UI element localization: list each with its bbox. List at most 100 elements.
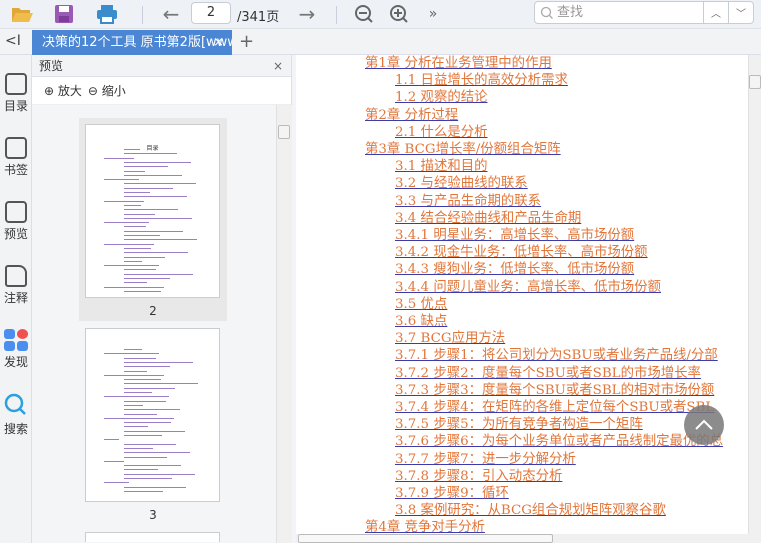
toc-link[interactable]: 1.2 观察的结论 — [365, 89, 723, 106]
scroll-thumb[interactable] — [749, 75, 761, 89]
thumbnail-text-line — [124, 392, 152, 393]
new-tab-button[interactable]: + — [239, 31, 254, 52]
print-icon[interactable] — [94, 2, 120, 26]
prev-page-icon[interactable]: ← — [158, 2, 184, 26]
search-input[interactable]: 查找 — [535, 2, 703, 23]
tab-title: 决策的12个工具 原书第2版[www — [42, 35, 232, 50]
thumbnail-text-line — [124, 230, 183, 232]
thumbnail-text-line — [124, 426, 148, 428]
document-vertical-scrollbar[interactable] — [748, 55, 761, 534]
thumbnail-text-line — [104, 417, 174, 419]
thumbnail-text-line — [124, 278, 170, 279]
thumbnail-text-line — [124, 239, 197, 241]
next-page-icon[interactable]: → — [294, 2, 320, 26]
toc-link[interactable]: 3.5 优点 — [365, 296, 723, 313]
toc-link[interactable]: 3.7.1 步骤1：将公司划分为SBU或者业务产品线/分部 — [365, 347, 723, 364]
scroll-thumb[interactable] — [278, 125, 290, 139]
thumbnail-text-line — [104, 439, 119, 441]
thumbnail-text-line — [124, 465, 181, 467]
thumbnail-text-line — [124, 153, 177, 155]
thumbnail-text-line — [104, 200, 144, 202]
thumbnail-text-line — [124, 187, 173, 189]
toc-link[interactable]: 3.7.6 步骤6：为每个业务单位或者产品线制定最优的总 — [365, 433, 723, 450]
sidebar-item-preview[interactable]: 预览 — [0, 201, 32, 242]
toc-link[interactable]: 3.7.3 步骤3：度量每个SBU或者SBL的相对市场份额 — [365, 382, 723, 399]
toc-link[interactable]: 3.7.7 步骤7：进一步分解分析 — [365, 451, 723, 468]
thumbnail-text-line — [124, 170, 145, 172]
toc-link[interactable]: 3.4.4 问题儿童业务：高增长率、低市场份额 — [365, 279, 723, 296]
document-horizontal-scrollbar[interactable] — [296, 534, 761, 543]
document-tab[interactable]: 决策的12个工具 原书第2版[www × — [32, 30, 232, 55]
thumbnail-text-line — [124, 166, 168, 168]
thumbnail-text-line — [124, 443, 176, 445]
zoom-out-icon[interactable] — [352, 2, 376, 26]
collapse-sidebar-button[interactable]: <I — [5, 33, 21, 49]
apps-icon — [4, 329, 28, 351]
thumbnail-text-line — [124, 478, 172, 479]
thumbnail-text-line — [124, 196, 187, 198]
toc-link[interactable]: 3.6 缺点 — [365, 313, 723, 330]
thumbnail-text-line — [124, 256, 165, 258]
toc-link[interactable]: 3.4 结合经验曲线和产品生命期 — [365, 210, 723, 227]
toc-link[interactable]: 3.2 与经验曲线的联系 — [365, 175, 723, 192]
toc-link[interactable]: 3.8 案例研究：从BCG组合规划矩阵观察谷歌 — [365, 502, 723, 519]
magnifier-icon — [4, 393, 26, 415]
search-next-button[interactable]: ﹀ — [728, 2, 753, 23]
toc-link[interactable]: 3.7 BCG应用方法 — [365, 330, 723, 347]
sidebar-item-toc[interactable]: 目录 — [0, 73, 32, 114]
toc-link[interactable]: 3.4.3 瘦狗业务：低增长率、低市场份额 — [365, 261, 723, 278]
zoom-in-button[interactable]: ⊕ 放大 — [44, 82, 82, 99]
toc-link[interactable]: 第3章 BCG增长率/份额组合矩阵 — [365, 141, 723, 158]
search-prev-button[interactable]: ︿ — [703, 2, 728, 23]
toc-link[interactable]: 3.7.5 步骤5：为所有竞争者构造一个矩阵 — [365, 416, 723, 433]
thumbnail-text-line — [124, 174, 182, 176]
thumbnail-text-line — [124, 252, 188, 254]
search-box[interactable]: 查找 ︿ ﹀ — [534, 1, 754, 24]
page-thumbnail-3[interactable] — [85, 328, 220, 502]
thumbnail-text-line — [124, 273, 193, 275]
toc-link[interactable]: 3.4.2 现金牛业务：低增长率、高市场份额 — [365, 244, 723, 261]
thumbnail-text-line — [124, 149, 140, 150]
zoom-out-button[interactable]: ⊖ 缩小 — [88, 82, 126, 99]
toc-link[interactable]: 1.1 日益增长的高效分析需求 — [365, 72, 723, 89]
sidebar-item-bookmarks[interactable]: 书签 — [0, 137, 32, 178]
tab-bar: <I 决策的12个工具 原书第2版[www × + — [0, 30, 761, 55]
toc-link[interactable]: 3.3 与产品生命期的联系 — [365, 193, 723, 210]
scroll-thumb[interactable] — [298, 534, 553, 543]
thumbnail-text-line — [124, 349, 142, 350]
thumbnail-text-line — [104, 243, 154, 245]
toc-link[interactable]: 3.1 描述和目的 — [365, 158, 723, 175]
thumbnail-text-line — [124, 235, 160, 236]
sidebar-item-search[interactable]: 搜索 — [0, 393, 32, 437]
toc-link[interactable]: 2.1 什么是分析 — [365, 124, 723, 141]
page-thumbnail-4[interactable] — [85, 532, 220, 542]
save-icon[interactable] — [52, 2, 76, 26]
zoom-in-icon[interactable] — [387, 2, 411, 26]
page-total: /341页 — [237, 10, 280, 25]
thumbnail-text-line — [124, 422, 171, 424]
open-folder-icon[interactable] — [8, 2, 36, 26]
preview-panel: 预览 × ⊕ 放大 ⊖ 缩小 目录 2 3 — [32, 55, 292, 543]
toc-link[interactable]: 3.7.8 步骤8：引入动态分析 — [365, 468, 723, 485]
toc-link[interactable]: 3.7.9 步骤9：循环 — [365, 485, 723, 502]
sidebar-item-annotations[interactable]: 注释 — [0, 265, 32, 306]
thumbnail-text-line — [124, 361, 193, 363]
toc-link[interactable]: 3.7.2 步骤2：度量每个SBU或者SBL的市场增长率 — [365, 365, 723, 382]
close-preview-icon[interactable]: × — [273, 55, 283, 77]
back-to-top-button[interactable] — [684, 405, 724, 445]
sidebar-item-discover[interactable]: 发现 — [0, 329, 32, 370]
page-number-input[interactable]: 2 — [191, 2, 231, 24]
thumbnail-scrollbar[interactable] — [276, 105, 292, 543]
tab-close-icon[interactable]: × — [213, 30, 224, 55]
page-thumbnail-2[interactable]: 目录 — [85, 124, 220, 298]
thumbnail-text-line — [124, 357, 156, 359]
thumbnail-text-line — [104, 222, 149, 224]
more-icon[interactable]: » — [424, 2, 442, 26]
toc-link[interactable]: 3.4.1 明星业务：高增长率、高市场份额 — [365, 227, 723, 244]
thumbnail-text-line — [124, 486, 186, 488]
toc-link[interactable]: 第4章 竞争对手分析 — [365, 519, 723, 534]
thumbnail-text-line — [124, 161, 191, 163]
toc-link[interactable]: 3.7.4 步骤4：在矩阵的各维上定位每个SBU或者SBL — [365, 399, 723, 416]
toc-link[interactable]: 第1章 分析在业务管理中的作用 — [365, 55, 723, 72]
toc-link[interactable]: 第2章 分析过程 — [365, 107, 723, 124]
